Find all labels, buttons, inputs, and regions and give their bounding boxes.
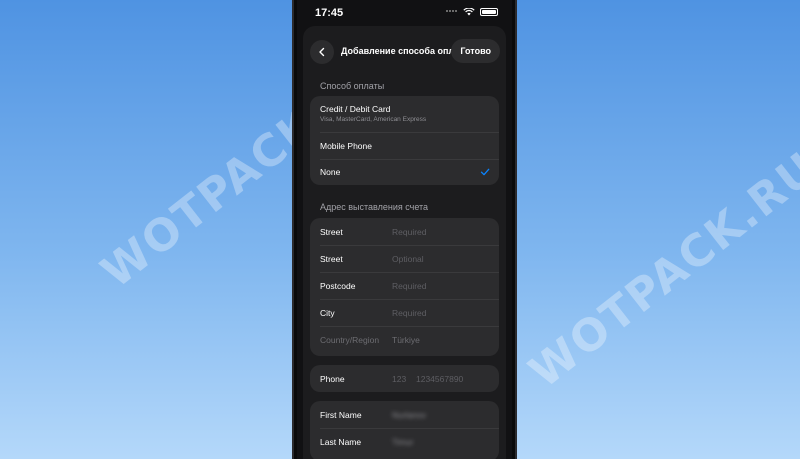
phone-number-input[interactable]: 1234567890 (416, 374, 463, 384)
watermark-right: WOTPACK.RU (520, 141, 800, 399)
battery-icon (480, 8, 498, 16)
city-field[interactable]: City Required (310, 299, 499, 326)
phone-screen: 17:45 Добавление способа опл... Готово С… (297, 0, 512, 459)
field-label: First Name (320, 410, 362, 420)
field-label: Postcode (320, 281, 356, 291)
field-label: City (320, 308, 335, 318)
chevron-left-icon (319, 47, 325, 57)
done-button[interactable]: Готово (451, 39, 500, 63)
city-input[interactable]: Required (392, 308, 427, 318)
billing-address-header: Адрес выставления счета (320, 202, 429, 212)
payment-option-card[interactable]: Credit / Debit Card Visa, MasterCard, Am… (310, 96, 499, 132)
last-name-field[interactable]: Last Name Timur (310, 428, 499, 455)
payment-option-label: None (320, 167, 341, 177)
payment-option-none[interactable]: None (310, 159, 499, 185)
wifi-icon (463, 8, 475, 16)
nav-bar: Добавление способа опл... Готово (303, 26, 506, 76)
first-name-input[interactable]: Nurlanov (392, 410, 426, 420)
payment-option-mobile[interactable]: Mobile Phone (310, 132, 499, 159)
payment-method-header: Способ оплаты (320, 81, 385, 91)
name-group: First Name Nurlanov Last Name Timur (310, 401, 499, 459)
last-name-input[interactable]: Timur (392, 437, 413, 447)
street2-field[interactable]: Street Optional (310, 245, 499, 272)
status-time: 17:45 (315, 7, 344, 19)
field-label: Street (320, 254, 343, 264)
first-name-field[interactable]: First Name Nurlanov (310, 401, 499, 428)
signal-icon (446, 10, 458, 14)
country-region-value: Türkiye (392, 335, 420, 345)
field-label: Country/Region (320, 335, 380, 345)
payment-option-label: Credit / Debit Card (320, 104, 391, 114)
street2-input[interactable]: Optional (392, 254, 424, 264)
status-bar: 17:45 (297, 0, 512, 24)
phone-code-input[interactable]: 123 (392, 374, 406, 384)
street-input[interactable]: Required (392, 227, 427, 237)
payment-method-group: Credit / Debit Card Visa, MasterCard, Am… (310, 96, 499, 185)
payment-option-subtitle: Visa, MasterCard, American Express (320, 116, 427, 123)
billing-address-group: Street Required Street Optional Postcode… (310, 218, 499, 356)
postcode-input[interactable]: Required (392, 281, 427, 291)
phone-field[interactable]: Phone 123 1234567890 (310, 365, 499, 392)
street-field[interactable]: Street Required (310, 218, 499, 245)
checkmark-icon (480, 168, 490, 176)
postcode-field[interactable]: Postcode Required (310, 272, 499, 299)
field-label: Last Name (320, 437, 362, 447)
add-payment-sheet: Добавление способа опл... Готово Способ … (303, 26, 506, 459)
status-icons (446, 8, 498, 16)
payment-option-label: Mobile Phone (320, 141, 372, 151)
page-title: Добавление способа опл... (341, 46, 461, 56)
phone-group: Phone 123 1234567890 (310, 365, 499, 392)
field-label: Street (320, 227, 343, 237)
back-button[interactable] (310, 40, 334, 64)
country-region-field: Country/Region Türkiye (310, 326, 499, 353)
field-label: Phone (320, 374, 345, 384)
